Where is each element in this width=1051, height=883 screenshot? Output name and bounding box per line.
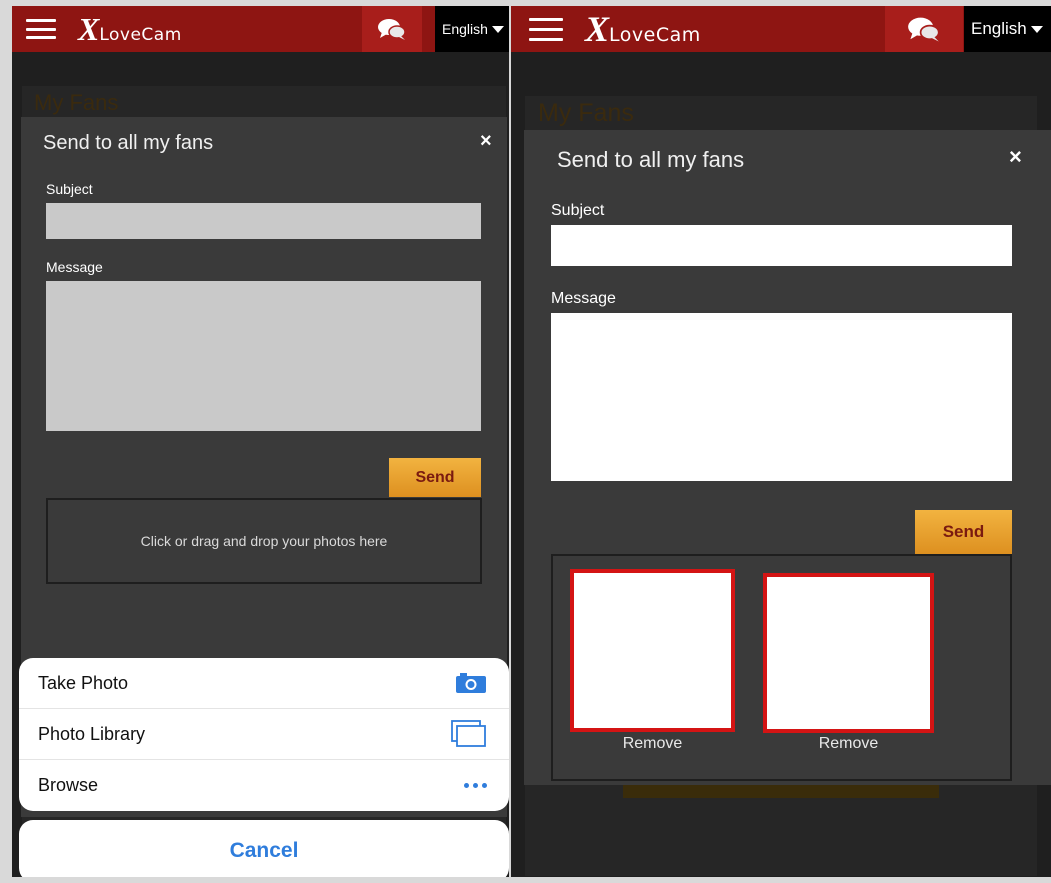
site-logo[interactable]: X LoveCam xyxy=(78,11,182,48)
close-icon[interactable]: × xyxy=(480,130,492,153)
modal-title: Send to all my fans xyxy=(43,132,214,154)
language-selector[interactable]: English xyxy=(964,6,1051,52)
chat-bubbles-icon xyxy=(908,17,940,42)
sheet-item-photo-library[interactable]: Photo Library xyxy=(19,709,509,760)
message-label: Message xyxy=(551,290,616,307)
send-button[interactable]: Send xyxy=(915,510,1012,554)
modal-title: Send to all my fans xyxy=(557,147,745,172)
subject-label: Subject xyxy=(46,181,93,197)
chat-button[interactable] xyxy=(885,6,963,52)
hamburger-icon[interactable] xyxy=(529,17,563,41)
hamburger-icon[interactable] xyxy=(26,19,56,39)
photo-thumbnail xyxy=(763,573,934,733)
send-to-fans-modal: Send to all my fans × Subject Message Se… xyxy=(524,130,1051,785)
chat-button[interactable] xyxy=(362,6,422,52)
right-phone-screen: X LoveCam English My Fans Send to all my… xyxy=(511,6,1051,877)
language-selector[interactable]: English xyxy=(435,6,509,52)
page-title: My Fans xyxy=(538,99,634,127)
remove-photo-link[interactable]: Remove xyxy=(763,735,934,753)
top-navigation-bar: X LoveCam English xyxy=(511,6,1051,52)
sheet-item-take-photo[interactable]: Take Photo xyxy=(19,658,509,709)
message-textarea[interactable] xyxy=(551,313,1012,481)
more-dots-icon xyxy=(464,783,487,788)
subject-input[interactable] xyxy=(46,203,481,239)
photo-library-icon xyxy=(451,720,486,747)
close-icon[interactable]: × xyxy=(1009,144,1022,170)
top-navigation-bar: X LoveCam English xyxy=(12,6,509,52)
camera-icon xyxy=(456,673,486,693)
left-phone-screen: X LoveCam English My Fans Send to all my… xyxy=(12,6,509,877)
message-textarea[interactable] xyxy=(46,281,481,431)
sheet-item-browse[interactable]: Browse xyxy=(19,760,509,811)
caret-down-icon xyxy=(491,25,504,33)
send-button[interactable]: Send xyxy=(389,458,481,497)
subject-label: Subject xyxy=(551,202,605,219)
remove-photo-link[interactable]: Remove xyxy=(570,735,735,753)
message-label: Message xyxy=(46,259,103,275)
site-logo[interactable]: X LoveCam xyxy=(585,8,701,50)
subject-input[interactable] xyxy=(551,225,1012,266)
chat-bubbles-icon xyxy=(378,19,406,40)
photo-thumbnail xyxy=(570,569,735,732)
page-button-strip xyxy=(623,785,939,798)
ios-action-sheet: Take Photo Photo Library Browse xyxy=(19,658,509,811)
page-title: My Fans xyxy=(34,90,119,115)
caret-down-icon xyxy=(1030,25,1043,33)
cancel-button[interactable]: Cancel xyxy=(19,820,509,877)
photo-dropzone[interactable]: Click or drag and drop your photos here xyxy=(46,498,482,584)
